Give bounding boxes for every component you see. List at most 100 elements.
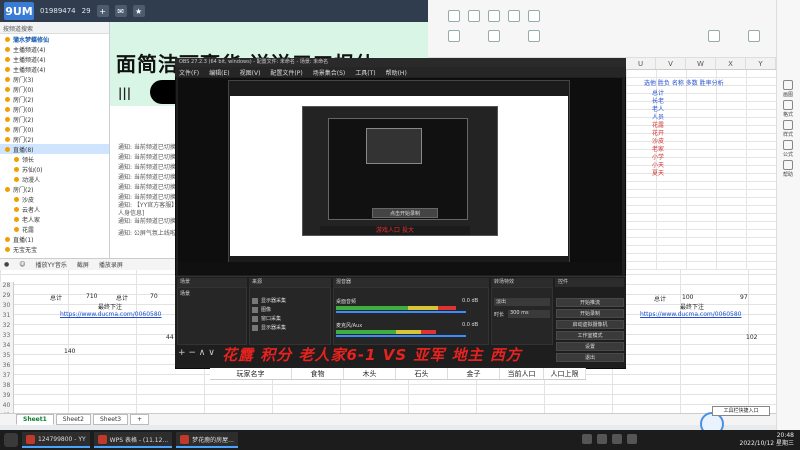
menu-tools[interactable]: 工具(T) — [355, 68, 375, 77]
taskbar-app-browser[interactable]: 梦花鹿的房屋... — [176, 432, 238, 448]
col-v[interactable]: V — [656, 58, 686, 69]
menu-help[interactable]: 帮助(H) — [386, 68, 407, 77]
channel-item[interactable]: 苏仙(0) — [0, 164, 109, 174]
col-w[interactable]: W — [686, 58, 716, 69]
style-tool[interactable]: 样式 — [778, 120, 798, 138]
row-number[interactable]: 38 — [0, 382, 14, 392]
row-number[interactable]: 36 — [0, 362, 14, 372]
layout-icon[interactable] — [508, 10, 520, 22]
row-number[interactable]: 39 — [0, 392, 14, 402]
network-icon[interactable] — [582, 434, 592, 444]
taskbar-app-wps[interactable]: WPS 表格 - (11.12... — [93, 432, 173, 448]
channel-item[interactable]: 老人家 — [0, 214, 109, 224]
col-wood[interactable]: 木头 — [344, 368, 396, 379]
menu-view[interactable]: 视图(V) — [240, 68, 261, 77]
align-icon[interactable] — [488, 30, 500, 42]
col-y[interactable]: Y — [746, 58, 776, 69]
row-number[interactable]: 29 — [0, 292, 14, 302]
channel-item[interactable]: 领长 — [0, 154, 109, 164]
channel-item[interactable]: 沙皮 — [0, 194, 109, 204]
table-icon[interactable] — [748, 30, 760, 42]
channel-item[interactable]: 房门(0) — [0, 84, 109, 94]
tab-sheet1[interactable]: Sheet1 — [16, 414, 54, 425]
scene-item[interactable]: 场景 — [178, 288, 246, 299]
format-tool[interactable]: 格式 — [778, 100, 798, 118]
source-item-3[interactable]: 窗口采集 — [252, 314, 281, 323]
col-x[interactable]: X — [716, 58, 746, 69]
channel-item[interactable]: 房门(0) — [0, 124, 109, 134]
row-number[interactable]: 28 — [0, 282, 14, 292]
tab-sheet2[interactable]: Sheet2 — [55, 414, 91, 425]
channel-item[interactable]: 房门(2) — [0, 94, 109, 104]
row-number[interactable]: 35 — [0, 352, 14, 362]
battery-icon[interactable] — [627, 434, 637, 444]
col-pop[interactable]: 当前人口 — [500, 368, 544, 379]
menu-edit[interactable]: 编辑(E) — [209, 68, 229, 77]
duration-input[interactable]: 300 ms — [508, 310, 550, 318]
col-food[interactable]: 食物 — [292, 368, 344, 379]
col-player-name[interactable]: 玩家名字 — [210, 368, 292, 379]
row-number[interactable]: 37 — [0, 372, 14, 382]
row-number[interactable]: 34 — [0, 342, 14, 352]
screenshot-item[interactable]: 截屏 — [77, 260, 89, 269]
channel-item[interactable]: 房门(0) — [0, 104, 109, 114]
source-item-4[interactable]: 显示器采集 — [252, 323, 286, 332]
plus-icon[interactable]: + — [96, 5, 109, 17]
channel-item[interactable]: 主播频道(4) — [0, 64, 109, 74]
video-icon[interactable] — [468, 10, 480, 22]
start-menu-icon[interactable] — [4, 433, 18, 447]
menu-scene-collection[interactable]: 场景集合(S) — [313, 68, 346, 77]
menu-file[interactable]: 文件(F) — [179, 68, 199, 77]
menu-profile[interactable]: 配置文件(P) — [270, 68, 302, 77]
channel-item[interactable]: 直播(8) — [0, 144, 109, 154]
start-recording-button[interactable]: 开始录制 — [556, 309, 624, 318]
start-streaming-button[interactable]: 开始推流 — [556, 298, 624, 307]
volume-icon[interactable] — [597, 434, 607, 444]
channel-item[interactable]: 主播频道(4) — [0, 44, 109, 54]
input-method-icon[interactable] — [612, 434, 622, 444]
window-icon[interactable] — [528, 10, 540, 22]
grid-icon[interactable] — [708, 30, 720, 42]
row-number[interactable]: 32 — [0, 322, 14, 332]
draw-tool[interactable]: 画图 — [778, 80, 798, 98]
gift-icon[interactable]: ★ — [132, 5, 145, 17]
right-sheet-grid[interactable] — [626, 70, 776, 270]
help-tool[interactable]: 帮助 — [778, 160, 798, 178]
source-item-1[interactable]: 显示器采集 — [252, 296, 286, 305]
desktop-volume-slider[interactable] — [336, 311, 466, 313]
mic-volume-slider[interactable] — [336, 335, 466, 337]
channel-item[interactable]: 房门(2) — [0, 184, 109, 194]
row-number[interactable]: 31 — [0, 312, 14, 322]
channel-item[interactable]: 房门(2) — [0, 114, 109, 124]
emoji-icon[interactable]: ☺ — [19, 261, 25, 268]
tab-sheet3[interactable]: Sheet3 — [92, 414, 129, 425]
row-number[interactable]: 40 — [0, 402, 14, 412]
channel-item[interactable]: 房门(3) — [0, 74, 109, 84]
chart-icon[interactable] — [528, 30, 540, 42]
mic-icon[interactable]: ● — [4, 261, 9, 268]
channel-item[interactable]: 房门(2) — [0, 134, 109, 144]
formula-tool[interactable]: 公式 — [778, 140, 798, 158]
add-sheet-button[interactable]: + — [130, 414, 150, 425]
channel-item[interactable]: 主播频道(4) — [0, 54, 109, 64]
col-pop-cap[interactable]: 人口上限 — [544, 368, 586, 379]
channel-item[interactable]: 蒲水梦蝶修仙 — [0, 34, 109, 44]
col-gold[interactable]: 金子 — [448, 368, 500, 379]
gamepad-icon[interactable] — [488, 10, 500, 22]
col-stone[interactable]: 石头 — [396, 368, 448, 379]
studio-mode-button[interactable]: 工作室模式 — [556, 331, 624, 340]
scenes-list[interactable]: 场景 — [177, 287, 247, 345]
exit-button[interactable]: 退出 — [556, 353, 624, 362]
channel-item[interactable]: 云者人 — [0, 204, 109, 214]
col-u[interactable]: U — [626, 58, 656, 69]
row-number[interactable]: 33 — [0, 332, 14, 342]
settings-button[interactable]: 设置 — [556, 342, 624, 351]
sheet-link[interactable]: https://www.ducma.com/0060580 — [60, 311, 161, 318]
row-number[interactable]: 30 — [0, 302, 14, 312]
taskbar-app-yy[interactable]: 124799800 - YY — [22, 432, 90, 448]
format-icon[interactable] — [448, 30, 460, 42]
home-icon[interactable] — [448, 10, 460, 22]
channel-item[interactable]: 动漫人 — [0, 174, 109, 184]
channel-item[interactable]: 直播(1) — [0, 234, 109, 244]
channel-item[interactable]: 无宝无宝 — [0, 244, 109, 254]
